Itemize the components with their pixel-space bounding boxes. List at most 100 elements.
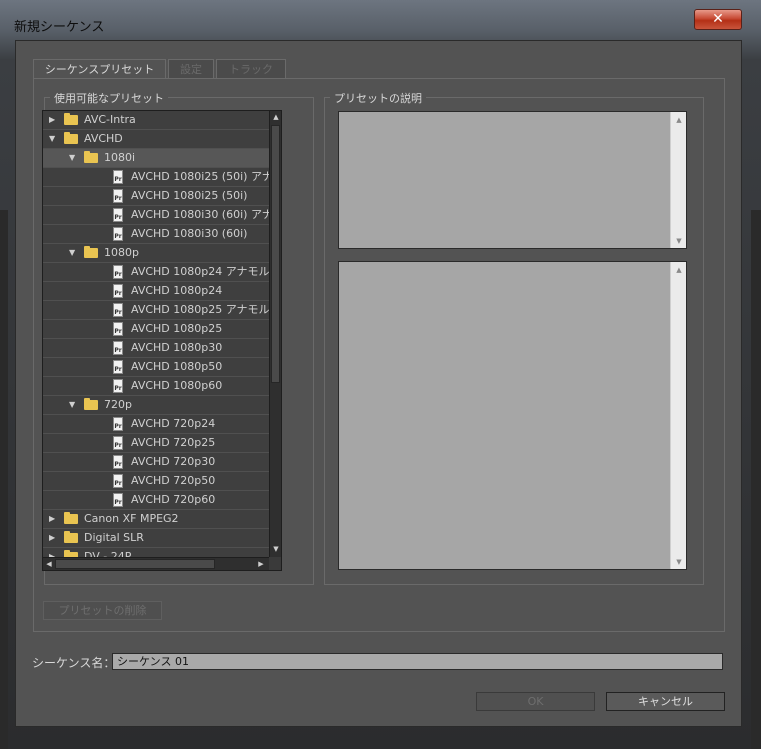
tree-preset-row[interactable]: Pr AVCHD 1080i30 (60i)	[43, 225, 269, 244]
close-button[interactable]: ✕	[694, 9, 742, 30]
tree-preset-label: AVCHD 1080i30 (60i)	[131, 227, 248, 240]
preset-file-icon: Pr	[113, 322, 123, 336]
tree-preset-label: AVCHD 1080p25 アナモルフィック	[131, 303, 269, 316]
tree-folder-row[interactable]: ▶ AVC-Intra	[43, 111, 269, 130]
tree-preset-row[interactable]: Pr AVCHD 1080p60	[43, 377, 269, 396]
tab-tracks[interactable]: トラック	[216, 59, 286, 79]
tree-preset-label: AVCHD 1080i30 (60i) アナモルフィック	[131, 208, 269, 221]
expanded-triangle-icon[interactable]: ▼	[69, 244, 75, 262]
tree-preset-label: AVCHD 720p50	[131, 474, 216, 487]
tree-preset-label: AVCHD 1080p24	[131, 284, 223, 297]
details-scrollbar[interactable]: ▲ ▼	[670, 262, 686, 569]
tree-folder-row[interactable]: ▼ 720p	[43, 396, 269, 415]
tree-preset-label: AVCHD 720p24	[131, 417, 216, 430]
preset-file-icon: Pr	[113, 474, 123, 488]
tree-vertical-scroll-thumb[interactable]	[271, 125, 280, 383]
scroll-up-arrow-icon[interactable]: ▲	[270, 113, 281, 121]
expanded-triangle-icon[interactable]: ▼	[69, 396, 75, 414]
details-scroll-down-icon[interactable]: ▼	[671, 558, 687, 566]
preset-file-icon: Pr	[113, 341, 123, 355]
sequence-name-input[interactable]: シーケンス 01	[112, 653, 723, 670]
ok-button[interactable]: OK	[476, 692, 595, 711]
background-edge-right	[751, 210, 761, 749]
delete-preset-button[interactable]: プリセットの削除	[43, 601, 162, 620]
tree-preset-label: AVCHD 1080p50	[131, 360, 223, 373]
tree-preset-row[interactable]: Pr AVCHD 1080p50	[43, 358, 269, 377]
tree-preset-row[interactable]: Pr AVCHD 1080i25 (50i)	[43, 187, 269, 206]
tree-folder-label: 1080p	[104, 246, 139, 259]
tree-preset-row[interactable]: Pr AVCHD 1080p24	[43, 282, 269, 301]
preset-file-icon: Pr	[113, 227, 123, 241]
tree-folder-label: 1080i	[104, 151, 136, 164]
tree-folder-row[interactable]: ▶ Digital SLR	[43, 529, 269, 548]
preset-file-icon: Pr	[113, 189, 123, 203]
tree-folder-row[interactable]: ▼ AVCHD	[43, 130, 269, 149]
folder-icon	[64, 512, 78, 524]
tree-preset-row[interactable]: Pr AVCHD 1080p24 アナモルフィック	[43, 263, 269, 282]
preset-description-label: プリセットの説明	[330, 90, 426, 106]
folder-icon	[64, 531, 78, 543]
tree-vertical-scrollbar[interactable]: ▲ ▼	[269, 111, 281, 557]
collapsed-triangle-icon[interactable]: ▶	[49, 510, 55, 528]
preset-description-box[interactable]: ▲ ▼	[338, 111, 687, 249]
tree-preset-label: AVCHD 720p30	[131, 455, 216, 468]
preset-tree[interactable]: ▶ AVC-Intra ▼ AVCHD ▼ 1080i Pr AVCHD 1080i25 (5…	[42, 110, 282, 571]
tree-preset-label: AVCHD 1080i25 (50i)	[131, 189, 248, 202]
tree-preset-label: AVCHD 1080p24 アナモルフィック	[131, 265, 269, 278]
folder-icon	[84, 398, 98, 410]
tree-folder-label: AVCHD	[84, 132, 123, 145]
tree-folder-label: AVC-Intra	[84, 113, 136, 126]
tree-folder-label: Digital SLR	[84, 531, 144, 544]
tree-folder-row[interactable]: ▶ Canon XF MPEG2	[43, 510, 269, 529]
scroll-down-arrow-icon[interactable]: ▼	[270, 545, 281, 553]
tree-preset-label: AVCHD 1080i25 (50i) アナモルフィック	[131, 170, 269, 183]
collapsed-triangle-icon[interactable]: ▶	[49, 529, 55, 547]
folder-icon	[64, 113, 78, 125]
preset-file-icon: Pr	[113, 208, 123, 222]
tree-preset-row[interactable]: Pr AVCHD 720p30	[43, 453, 269, 472]
tree-preset-row[interactable]: Pr AVCHD 720p25	[43, 434, 269, 453]
preset-file-icon: Pr	[113, 170, 123, 184]
preset-file-icon: Pr	[113, 360, 123, 374]
tree-preset-row[interactable]: Pr AVCHD 720p60	[43, 491, 269, 510]
tree-preset-label: AVCHD 1080p30	[131, 341, 223, 354]
sequence-name-label: シーケンス名：	[32, 656, 116, 670]
window-title: 新規シーケンス	[14, 20, 105, 35]
tree-horizontal-scroll-thumb[interactable]	[55, 559, 215, 569]
tree-preset-row[interactable]: Pr AVCHD 720p24	[43, 415, 269, 434]
preset-file-icon: Pr	[113, 284, 123, 298]
tree-preset-row[interactable]: Pr AVCHD 1080i30 (60i) アナモルフィック	[43, 206, 269, 225]
preset-details-box[interactable]: ▲ ▼	[338, 261, 687, 570]
tree-folder-label: 720p	[104, 398, 132, 411]
folder-icon	[84, 151, 98, 163]
collapsed-triangle-icon[interactable]: ▶	[49, 111, 55, 129]
expanded-triangle-icon[interactable]: ▼	[69, 149, 75, 167]
tab-settings[interactable]: 設定	[168, 59, 214, 79]
desc-scroll-down-icon[interactable]: ▼	[671, 237, 687, 245]
tree-folder-row[interactable]: ▼ 1080i	[43, 149, 269, 168]
desc-scroll-up-icon[interactable]: ▲	[671, 116, 687, 124]
scroll-left-arrow-icon[interactable]: ◀	[43, 560, 55, 568]
scroll-right-arrow-icon[interactable]: ▶	[255, 560, 267, 568]
background-edge-left	[0, 210, 8, 749]
tree-preset-row[interactable]: Pr AVCHD 1080p30	[43, 339, 269, 358]
folder-icon	[64, 132, 78, 144]
description-scrollbar[interactable]: ▲ ▼	[670, 112, 686, 248]
details-scroll-up-icon[interactable]: ▲	[671, 266, 687, 274]
tree-folder-row[interactable]: ▼ 1080p	[43, 244, 269, 263]
tree-preset-row[interactable]: Pr AVCHD 1080p25	[43, 320, 269, 339]
preset-file-icon: Pr	[113, 417, 123, 431]
tree-preset-label: AVCHD 1080p25	[131, 322, 223, 335]
dialog-body: シーケンスプリセット 設定 トラック 使用可能なプリセット プリセットの説明 ▶…	[15, 40, 742, 727]
tree-preset-row[interactable]: Pr AVCHD 720p50	[43, 472, 269, 491]
tree-preset-label: AVCHD 1080p60	[131, 379, 223, 392]
tree-horizontal-scrollbar[interactable]: ◀ ▶	[43, 557, 269, 570]
preset-file-icon: Pr	[113, 303, 123, 317]
tree-preset-label: AVCHD 720p25	[131, 436, 216, 449]
cancel-button[interactable]: キャンセル	[606, 692, 725, 711]
tree-preset-row[interactable]: Pr AVCHD 1080i25 (50i) アナモルフィック	[43, 168, 269, 187]
expanded-triangle-icon[interactable]: ▼	[49, 130, 55, 148]
tree-preset-row[interactable]: Pr AVCHD 1080p25 アナモルフィック	[43, 301, 269, 320]
folder-icon	[84, 246, 98, 258]
tab-sequence-presets[interactable]: シーケンスプリセット	[33, 59, 166, 79]
